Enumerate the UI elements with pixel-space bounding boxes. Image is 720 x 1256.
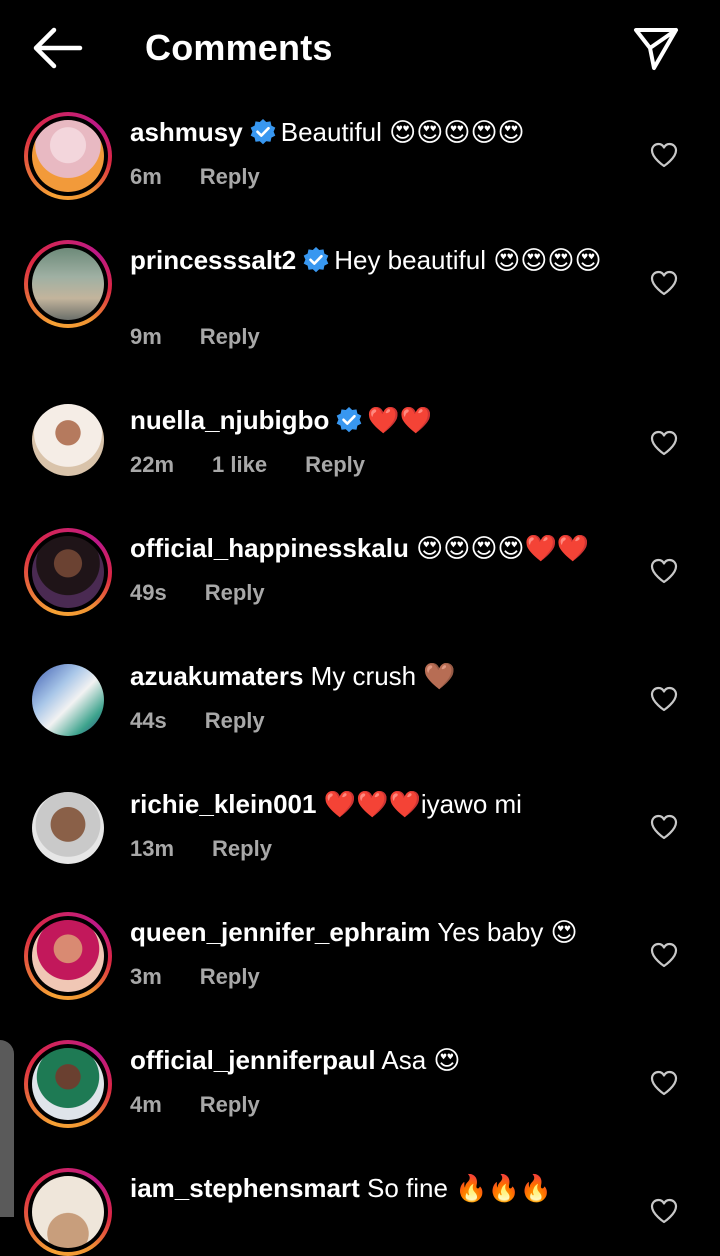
comment-username[interactable]: azuakumaters: [130, 661, 303, 691]
comment-body: princesssalt2 Hey beautiful 😍😍😍😍: [130, 244, 630, 277]
comment-body: nuella_njubigbo ❤️❤️: [130, 404, 630, 437]
comment-username[interactable]: nuella_njubigbo: [130, 405, 329, 435]
avatar-ring-gap: [28, 244, 108, 324]
paper-plane-icon[interactable]: [630, 22, 682, 74]
avatar[interactable]: [24, 396, 112, 484]
avatar-image: [32, 1176, 104, 1248]
scroll-handle[interactable]: [0, 1040, 14, 1217]
reply-button[interactable]: Reply: [200, 964, 260, 989]
comment-body: azuakumaters My crush 🤎: [130, 660, 630, 693]
comment-username[interactable]: richie_klein001: [130, 789, 316, 819]
avatar[interactable]: [24, 656, 112, 744]
comment-body: official_jenniferpaul Asa 😍: [130, 1044, 630, 1077]
heart-outline-icon[interactable]: [650, 270, 678, 296]
avatar-image: [32, 248, 104, 320]
comment-text: Asa 😍: [381, 1045, 461, 1075]
comment-meta: 49s Reply: [130, 580, 303, 606]
comment-text: ❤️❤️❤️iyawo mi: [323, 789, 522, 819]
comment-meta: 9m Reply: [130, 324, 298, 350]
comment-timestamp: 49s: [130, 580, 167, 605]
comment-body: official_happinesskalu 😍😍😍😍❤️❤️: [130, 532, 630, 565]
comment-text: Hey beautiful 😍😍😍😍: [334, 245, 602, 275]
comment-meta: 3m Reply: [130, 964, 298, 990]
comment-username[interactable]: official_happinesskalu: [130, 533, 409, 563]
avatar[interactable]: [24, 528, 112, 616]
avatar-ring-gap: [28, 116, 108, 196]
avatar-ring-gap: [28, 916, 108, 996]
reply-button[interactable]: Reply: [205, 708, 265, 733]
avatar[interactable]: [24, 784, 112, 872]
comment-meta: 13m Reply: [130, 836, 310, 862]
comment-username[interactable]: iam_stephensmart: [130, 1173, 360, 1203]
back-arrow-icon[interactable]: [30, 24, 84, 72]
comment-username[interactable]: princesssalt2: [130, 245, 296, 275]
verified-badge-icon: [302, 246, 330, 274]
comment-timestamp: 13m: [130, 836, 175, 861]
comment-timestamp: 4m: [130, 1092, 162, 1117]
comment-timestamp: 44s: [130, 708, 167, 733]
comment-timestamp: 9m: [130, 324, 162, 349]
avatar-image: [32, 920, 104, 992]
avatar-ring-gap: [28, 532, 108, 612]
heart-outline-icon[interactable]: [650, 430, 678, 456]
avatar[interactable]: [24, 112, 112, 200]
comment-text: Yes baby 😍: [437, 917, 578, 947]
reply-button[interactable]: Reply: [200, 324, 260, 349]
verified-badge-icon: [335, 406, 363, 434]
heart-outline-icon[interactable]: [650, 686, 678, 712]
avatar[interactable]: [24, 1168, 112, 1256]
avatar-ring-gap: [28, 1172, 108, 1252]
avatar[interactable]: [24, 240, 112, 328]
comment-meta: 4m Reply: [130, 1092, 298, 1118]
page-title: Comments: [145, 27, 333, 68]
comment-text: So fine 🔥🔥🔥: [367, 1173, 553, 1203]
avatar-image: [32, 536, 104, 608]
comment-like-count[interactable]: 1 like: [212, 452, 267, 477]
comment-timestamp: 6m: [130, 164, 162, 189]
comment-body: richie_klein001 ❤️❤️❤️iyawo mi: [130, 788, 630, 821]
avatar[interactable]: [24, 1040, 112, 1128]
reply-button[interactable]: Reply: [305, 452, 365, 477]
comment-text: ❤️❤️: [367, 405, 433, 435]
comment-username[interactable]: ashmusy: [130, 117, 243, 147]
reply-button[interactable]: Reply: [200, 164, 260, 189]
comment-username[interactable]: queen_jennifer_ephraim: [130, 917, 431, 947]
heart-outline-icon[interactable]: [650, 142, 678, 168]
comment-meta: 44s Reply: [130, 708, 303, 734]
comment-text: 😍😍😍😍❤️❤️: [416, 533, 590, 563]
avatar-image: [32, 1048, 104, 1120]
comment-timestamp: 22m: [130, 452, 175, 477]
reply-button[interactable]: Reply: [205, 580, 265, 605]
reply-button[interactable]: Reply: [200, 1092, 260, 1117]
avatar[interactable]: [24, 912, 112, 1000]
comment-timestamp: 3m: [130, 964, 162, 989]
comment-body: queen_jennifer_ephraim Yes baby 😍: [130, 916, 630, 949]
heart-outline-icon[interactable]: [650, 558, 678, 584]
heart-outline-icon[interactable]: [650, 814, 678, 840]
comment-meta: 22m 1 like Reply: [130, 452, 403, 478]
heart-outline-icon[interactable]: [650, 942, 678, 968]
reply-button[interactable]: Reply: [212, 836, 272, 861]
avatar-image: [32, 404, 104, 476]
comment-meta: 6m Reply: [130, 164, 298, 190]
heart-outline-icon[interactable]: [650, 1070, 678, 1096]
comment-body: ashmusy Beautiful 😍😍😍😍😍: [130, 116, 630, 149]
avatar-image: [32, 792, 104, 864]
comment-text: Beautiful 😍😍😍😍😍: [280, 117, 525, 147]
avatar-image: [32, 120, 104, 192]
header-bar: Comments: [0, 0, 720, 96]
comment-username[interactable]: official_jenniferpaul: [130, 1045, 376, 1075]
avatar-ring-gap: [28, 1044, 108, 1124]
comment-body: iam_stephensmart So fine 🔥🔥🔥: [130, 1172, 630, 1205]
comment-text: My crush 🤎: [310, 661, 456, 691]
verified-badge-icon: [249, 118, 277, 146]
heart-outline-icon[interactable]: [650, 1198, 678, 1224]
avatar-image: [32, 664, 104, 736]
